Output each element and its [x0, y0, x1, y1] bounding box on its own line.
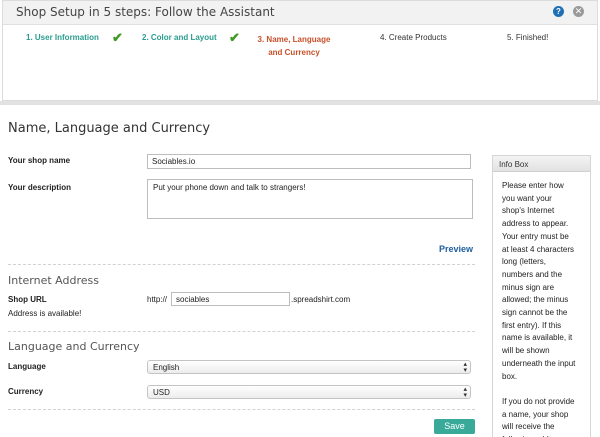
- description-label: Your description: [8, 183, 71, 192]
- close-icon[interactable]: ✕: [573, 6, 584, 17]
- currency-select[interactable]: USD ▴ ▾: [147, 385, 471, 399]
- shop-name-label: Your shop name: [8, 156, 71, 165]
- description-textarea[interactable]: Put your phone down and talk to stranger…: [147, 179, 473, 219]
- url-suffix: .spreadshirt.com: [291, 295, 351, 304]
- language-label: Language: [8, 362, 46, 371]
- internet-address-heading: Internet Address: [8, 274, 99, 287]
- select-arrows-icon: ▴ ▾: [463, 361, 467, 374]
- checkmark-icon: ✔: [229, 30, 240, 45]
- language-currency-heading: Language and Currency: [8, 340, 140, 353]
- info-box: Info Box Please enter how you want your …: [492, 155, 591, 437]
- step-color-and-layout[interactable]: 2. Color and Layout: [142, 33, 217, 42]
- checkmark-icon: ✔: [112, 30, 123, 45]
- currency-label: Currency: [8, 387, 44, 396]
- divider: [8, 264, 475, 265]
- wizard-header: Shop Setup in 5 steps: Follow the Assist…: [3, 1, 597, 25]
- page-title: Name, Language and Currency: [8, 121, 211, 136]
- step-finished: 5. Finished!: [507, 33, 549, 42]
- separator-band: [0, 101, 600, 105]
- currency-selected-value: USD: [153, 388, 170, 397]
- preview-link[interactable]: Preview: [439, 244, 473, 254]
- info-box-title: Info Box: [493, 156, 590, 172]
- language-select[interactable]: English ▴ ▾: [147, 360, 471, 374]
- step-user-information[interactable]: 1. User Information: [26, 33, 99, 42]
- step-name-language-currency: 3. Name, Language and Currency: [257, 35, 331, 57]
- availability-status: Address is available!: [8, 309, 82, 318]
- help-icon[interactable]: ?: [553, 6, 564, 17]
- shop-url-input[interactable]: [171, 292, 290, 306]
- step-create-products: 4. Create Products: [380, 33, 447, 42]
- divider: [8, 331, 475, 332]
- wizard-title: Shop Setup in 5 steps: Follow the Assist…: [16, 5, 275, 19]
- shop-url-label: Shop URL: [8, 295, 47, 304]
- info-box-text: Please enter how you want your shop's In…: [502, 181, 576, 437]
- select-arrows-icon: ▴ ▾: [463, 386, 467, 399]
- divider: [8, 409, 475, 410]
- language-selected-value: English: [153, 363, 180, 372]
- save-button[interactable]: Save: [434, 419, 475, 434]
- shop-name-input[interactable]: [147, 154, 471, 169]
- url-prefix: http://: [147, 295, 168, 304]
